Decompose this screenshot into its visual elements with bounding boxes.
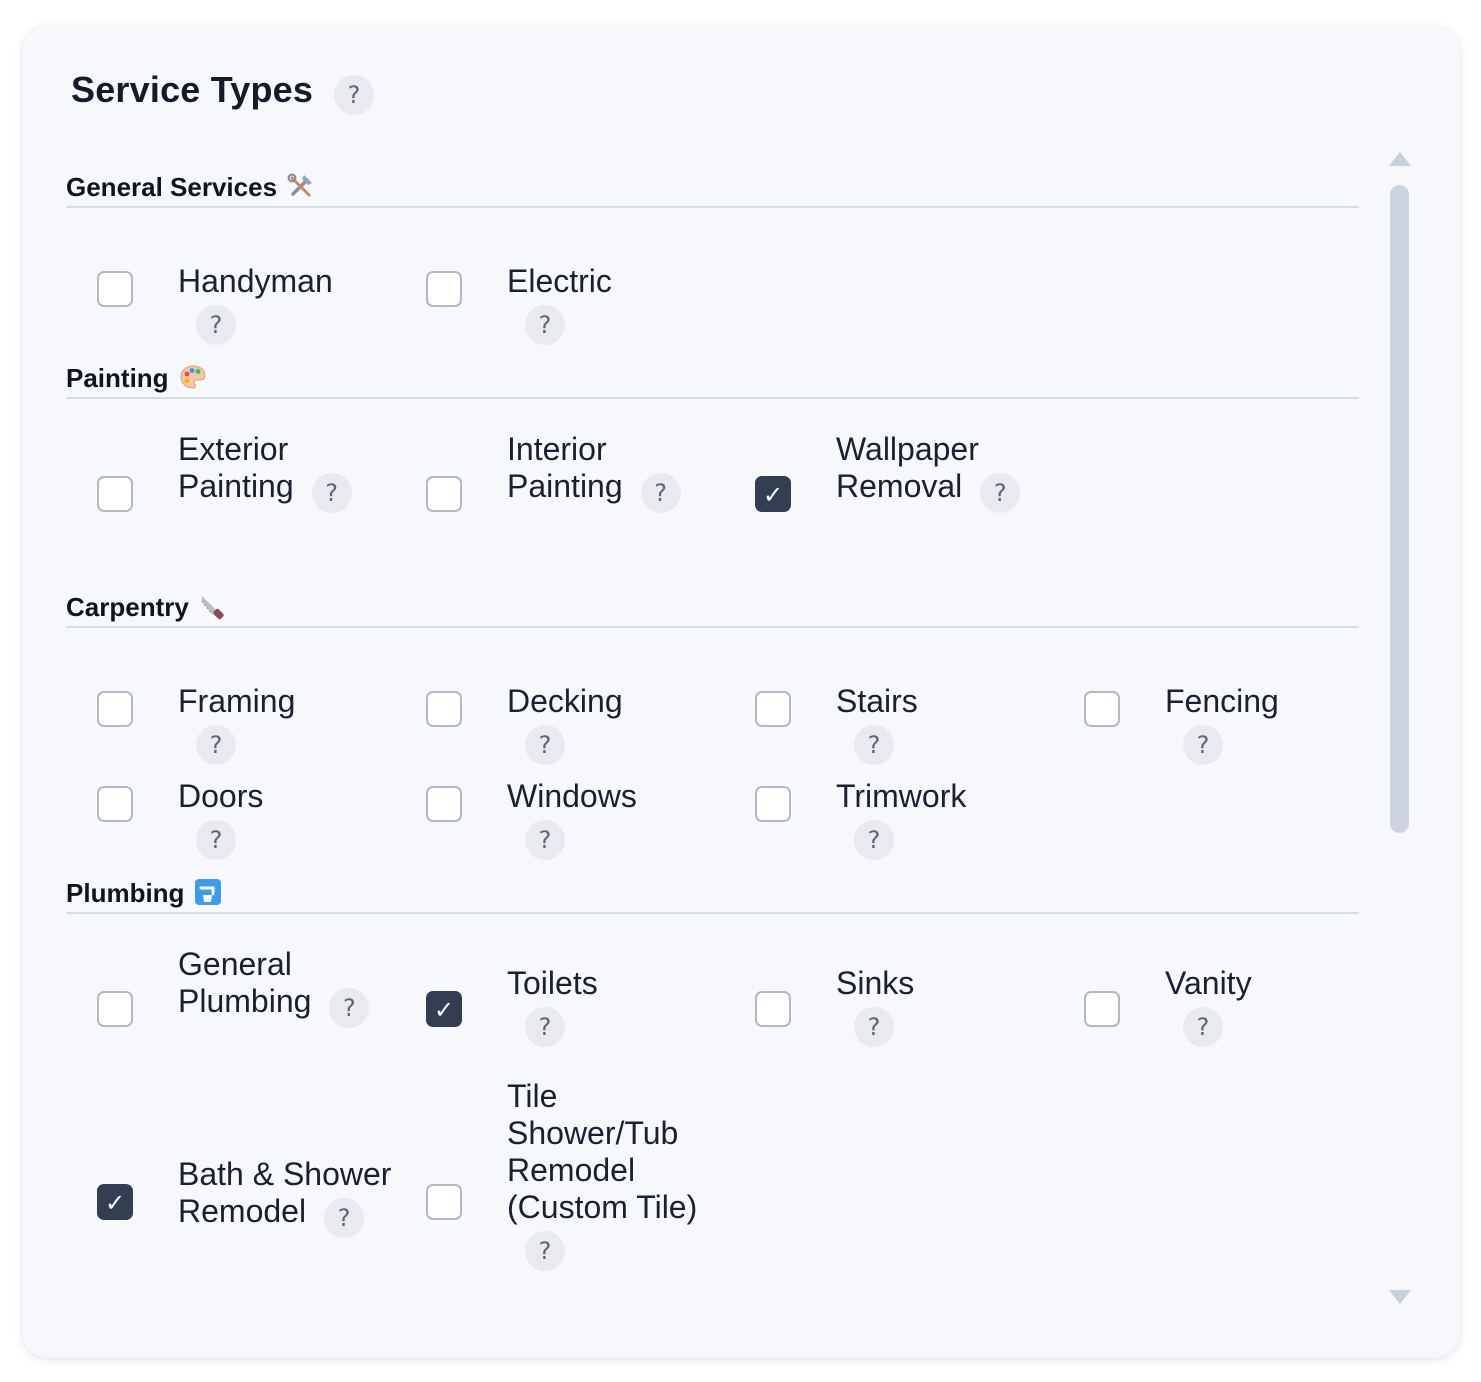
fencing-checkbox[interactable]: ✓ bbox=[1084, 691, 1120, 727]
service-label: Wallpaper Removal bbox=[836, 431, 979, 504]
help-icon[interactable]: ? bbox=[311, 473, 352, 513]
help-icon[interactable]: ? bbox=[324, 1198, 365, 1238]
vertical-scrollbar[interactable] bbox=[1388, 152, 1412, 1312]
help-icon[interactable]: ? bbox=[525, 305, 565, 345]
help-icon[interactable]: ? bbox=[1183, 1007, 1223, 1047]
help-icon[interactable]: ? bbox=[854, 820, 894, 860]
help-icon[interactable]: ? bbox=[525, 820, 565, 860]
help-icon[interactable]: ? bbox=[1183, 725, 1223, 765]
tile-shower-tub-remodel-checkbox[interactable]: ✓ bbox=[426, 1184, 462, 1220]
service-label: Handyman bbox=[178, 263, 333, 299]
vanity-checkbox[interactable]: ✓ bbox=[1084, 991, 1120, 1027]
electric-checkbox[interactable]: ✓ bbox=[426, 271, 462, 307]
service-label: Tile Shower/Tub Remodel (Custom Tile) bbox=[507, 1078, 698, 1225]
help-icon[interactable]: ? bbox=[854, 1007, 894, 1047]
section-title: Painting bbox=[66, 363, 169, 393]
service-label: Trimwork bbox=[836, 778, 967, 814]
service-list[interactable]: General Services ✓ Handyman? ✓ Electric?… bbox=[66, 154, 1360, 1358]
wallpaper-removal-checkbox[interactable]: ✓ bbox=[755, 476, 791, 512]
service-label: Exterior Painting bbox=[178, 431, 294, 504]
service-label: Toilets bbox=[507, 965, 598, 1001]
framing-checkbox[interactable]: ✓ bbox=[97, 691, 133, 727]
scrollbar-thumb[interactable] bbox=[1390, 185, 1409, 833]
sinks-checkbox[interactable]: ✓ bbox=[755, 991, 791, 1027]
section-header: Painting bbox=[66, 345, 1359, 399]
help-icon[interactable]: ? bbox=[196, 305, 236, 345]
help-icon[interactable]: ? bbox=[525, 1231, 565, 1271]
section-header: General Services bbox=[66, 154, 1359, 208]
section-header: Plumbing bbox=[66, 860, 1359, 914]
help-icon[interactable]: ? bbox=[196, 725, 236, 765]
help-icon[interactable]: ? bbox=[980, 473, 1021, 513]
carpentry-saw-icon bbox=[201, 596, 224, 620]
decking-checkbox[interactable]: ✓ bbox=[426, 691, 462, 727]
service-label: General Plumbing bbox=[178, 946, 312, 1019]
help-icon[interactable]: ? bbox=[525, 1007, 565, 1047]
service-label: Decking bbox=[507, 683, 623, 719]
scroll-down-arrow-icon[interactable] bbox=[1389, 1290, 1411, 1304]
section-header: Carpentry bbox=[66, 574, 1359, 628]
help-icon[interactable]: ? bbox=[854, 725, 894, 765]
artist-palette-icon bbox=[180, 365, 206, 389]
help-icon[interactable]: ? bbox=[196, 820, 236, 860]
toilets-checkbox[interactable]: ✓ bbox=[426, 991, 462, 1027]
stairs-checkbox[interactable]: ✓ bbox=[755, 691, 791, 727]
section-title: Plumbing bbox=[66, 878, 185, 908]
help-icon[interactable]: ? bbox=[525, 725, 565, 765]
help-icon[interactable]: ? bbox=[334, 75, 374, 115]
service-label: Interior Painting bbox=[507, 431, 623, 504]
potable-water-icon bbox=[195, 879, 222, 905]
service-label: Fencing bbox=[1165, 683, 1279, 719]
service-label: Vanity bbox=[1165, 965, 1252, 1001]
handyman-checkbox[interactable]: ✓ bbox=[97, 271, 133, 307]
help-icon[interactable]: ? bbox=[640, 473, 681, 513]
section-title: Carpentry bbox=[66, 592, 189, 622]
service-label: Framing bbox=[178, 683, 296, 719]
service-label: Stairs bbox=[836, 683, 918, 719]
exterior-painting-checkbox[interactable]: ✓ bbox=[97, 476, 133, 512]
interior-painting-checkbox[interactable]: ✓ bbox=[426, 476, 462, 512]
service-label: Doors bbox=[178, 778, 264, 814]
hammer-and-wrench-icon bbox=[287, 173, 313, 197]
service-label: Sinks bbox=[836, 965, 915, 1001]
service-label: Windows bbox=[507, 778, 637, 814]
scroll-up-arrow-icon[interactable] bbox=[1389, 152, 1411, 166]
doors-checkbox[interactable]: ✓ bbox=[97, 786, 133, 822]
service-types-panel: Service Types ? General Services ✓ Handy… bbox=[22, 26, 1460, 1358]
help-icon[interactable]: ? bbox=[329, 988, 370, 1028]
panel-title: Service Types bbox=[71, 69, 314, 110]
service-label: Electric bbox=[507, 263, 612, 299]
trimwork-checkbox[interactable]: ✓ bbox=[755, 786, 791, 822]
section-title: General Services bbox=[66, 172, 278, 202]
bath-shower-remodel-checkbox[interactable]: ✓ bbox=[97, 1184, 133, 1220]
windows-checkbox[interactable]: ✓ bbox=[426, 786, 462, 822]
general-plumbing-checkbox[interactable]: ✓ bbox=[97, 991, 133, 1027]
